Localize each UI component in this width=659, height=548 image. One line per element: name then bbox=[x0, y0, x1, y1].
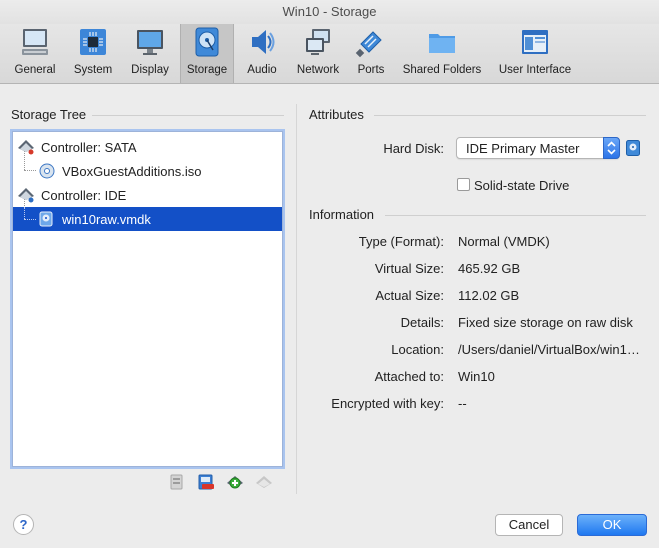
settings-window: Win10 - Storage General System Display S… bbox=[0, 0, 659, 548]
tab-storage[interactable]: Storage bbox=[180, 24, 234, 83]
select-arrows bbox=[603, 137, 620, 159]
info-label-location: Location: bbox=[391, 342, 444, 357]
attributes-heading: Attributes bbox=[309, 107, 364, 122]
tab-shared-folders[interactable]: Shared Folders bbox=[401, 24, 483, 83]
storage-tree[interactable]: Controller: SATA VBoxGuestAdditions.iso … bbox=[12, 131, 283, 467]
tab-system[interactable]: System bbox=[66, 24, 120, 83]
controller-icon bbox=[18, 140, 34, 155]
add-controller-button[interactable] bbox=[166, 472, 188, 492]
tab-ports[interactable]: Ports bbox=[346, 24, 396, 83]
tab-user-interface[interactable]: User Interface bbox=[494, 24, 576, 83]
info-value-virtual-size: 465.92 GB bbox=[458, 261, 521, 276]
section-divider bbox=[374, 115, 646, 116]
folder-icon bbox=[429, 34, 455, 53]
info-value-location: /Users/daniel/VirtualBox/win1… bbox=[458, 342, 640, 357]
information-heading: Information bbox=[309, 207, 375, 222]
remove-attachment-icon bbox=[256, 476, 272, 488]
hard-disk-label: Hard Disk: bbox=[383, 141, 444, 156]
info-label-virtual-size: Virtual Size: bbox=[374, 261, 444, 276]
tree-item-optical[interactable]: VBoxGuestAdditions.iso bbox=[13, 159, 282, 183]
chevron-updown-icon bbox=[607, 141, 616, 155]
section-divider bbox=[92, 115, 284, 116]
remove-attachment-button[interactable] bbox=[253, 472, 275, 492]
info-label-attached-to: Attached to: bbox=[374, 369, 444, 384]
chip-icon bbox=[80, 29, 106, 55]
tab-display[interactable]: Display bbox=[123, 24, 177, 83]
add-controller-icon bbox=[170, 474, 183, 490]
ssd-checkbox[interactable] bbox=[457, 178, 470, 191]
tree-toolbar bbox=[166, 472, 275, 492]
info-value-type: Normal (VMDK) bbox=[458, 234, 550, 249]
window-title: Win10 - Storage bbox=[0, 0, 659, 24]
ports-icon bbox=[355, 31, 382, 58]
info-label-details: Details: bbox=[400, 315, 444, 330]
display-icon bbox=[137, 30, 163, 55]
disk-icon bbox=[195, 27, 219, 57]
hard-disk-select-value: IDE Primary Master bbox=[466, 141, 580, 156]
tab-audio[interactable]: Audio bbox=[237, 24, 287, 83]
choose-disk-button[interactable] bbox=[626, 140, 640, 156]
tab-network[interactable]: Network bbox=[291, 24, 345, 83]
help-button[interactable]: ? bbox=[13, 514, 34, 535]
hard-disk-icon bbox=[39, 211, 53, 227]
controller-icon bbox=[18, 188, 34, 203]
remove-controller-icon bbox=[198, 474, 214, 490]
ok-button[interactable]: OK bbox=[577, 514, 647, 536]
window-icon bbox=[522, 30, 548, 54]
info-value-actual-size: 112.02 GB bbox=[458, 288, 520, 303]
info-value-encrypted: -- bbox=[458, 396, 467, 411]
add-attachment-icon bbox=[227, 476, 243, 489]
settings-toolbar: General System Display Storage Audio Net… bbox=[0, 24, 659, 84]
cancel-button[interactable]: Cancel bbox=[495, 514, 563, 536]
hard-disk-select[interactable]: IDE Primary Master bbox=[456, 137, 620, 159]
remove-controller-button[interactable] bbox=[195, 472, 217, 492]
info-value-details: Fixed size storage on raw disk bbox=[458, 315, 633, 330]
tab-general[interactable]: General bbox=[8, 24, 62, 83]
storage-tree-heading: Storage Tree bbox=[11, 107, 87, 122]
ssd-label: Solid-state Drive bbox=[474, 178, 570, 193]
tree-item-harddisk[interactable]: win10raw.vmdk bbox=[13, 207, 282, 231]
section-divider bbox=[385, 215, 646, 216]
info-label-type: Type (Format): bbox=[358, 234, 444, 249]
tree-item-controller-ide[interactable]: Controller: IDE bbox=[13, 183, 282, 207]
info-label-encrypted: Encrypted with key: bbox=[331, 396, 444, 411]
network-icon bbox=[306, 29, 330, 55]
speaker-icon bbox=[252, 30, 275, 54]
add-attachment-button[interactable] bbox=[224, 472, 246, 492]
tree-item-controller-sata[interactable]: Controller: SATA bbox=[13, 135, 282, 159]
optical-disc-icon bbox=[39, 163, 55, 179]
tree-connector bbox=[24, 207, 25, 219]
info-label-actual-size: Actual Size: bbox=[375, 288, 444, 303]
tree-connector bbox=[24, 219, 36, 220]
info-value-attached-to: Win10 bbox=[458, 369, 495, 384]
monitor-general-icon bbox=[22, 29, 48, 55]
